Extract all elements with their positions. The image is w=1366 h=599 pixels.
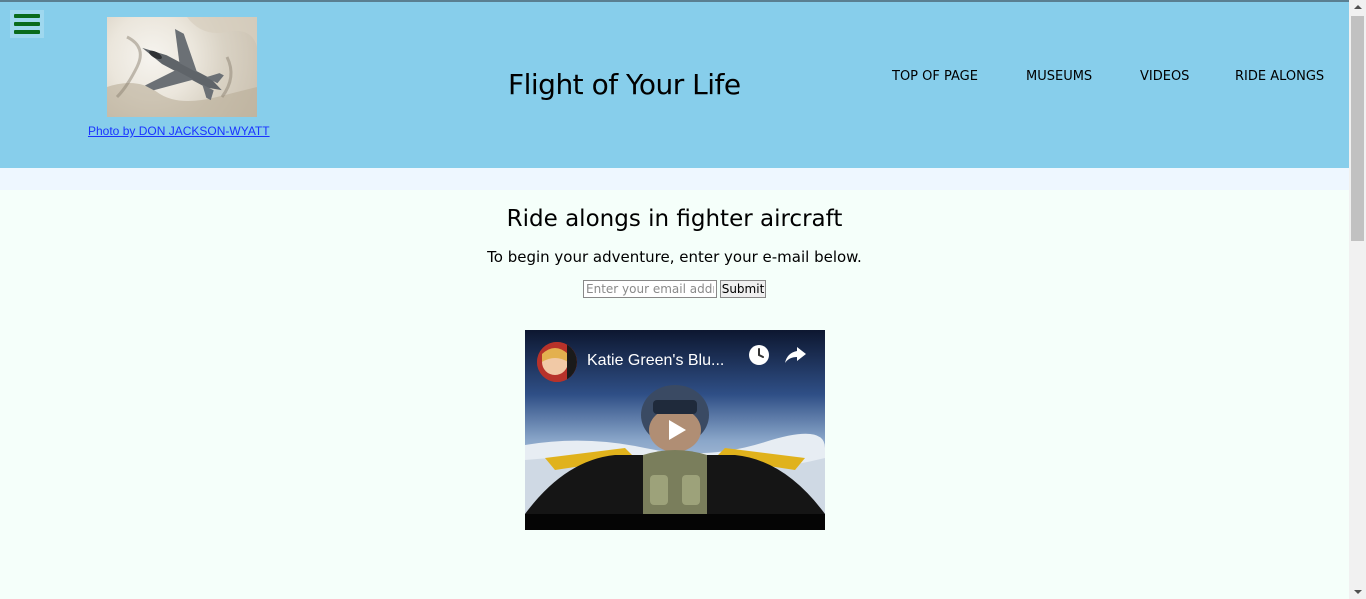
- nav-ride-alongs[interactable]: RIDE ALONGS: [1235, 69, 1324, 84]
- email-input[interactable]: [583, 280, 717, 298]
- video-title[interactable]: Katie Green's Blu...: [587, 352, 737, 370]
- play-icon[interactable]: [660, 415, 692, 445]
- nav-museums[interactable]: MUSEUMS: [1026, 69, 1092, 84]
- site-header: Photo by DON JACKSON-WYATT Flight of You…: [0, 0, 1349, 168]
- submit-button[interactable]: Submit: [720, 280, 766, 298]
- nav-videos[interactable]: VIDEOS: [1140, 69, 1189, 84]
- vertical-scrollbar[interactable]: [1349, 0, 1366, 599]
- video-bottom-bar: [525, 514, 825, 530]
- scroll-down-arrow-icon[interactable]: [1349, 585, 1366, 599]
- scroll-up-arrow-icon[interactable]: [1349, 0, 1366, 14]
- share-icon[interactable]: [782, 342, 808, 368]
- channel-avatar[interactable]: [537, 342, 577, 382]
- header-photo: [107, 17, 257, 117]
- page: Photo by DON JACKSON-WYATT Flight of You…: [0, 0, 1366, 599]
- section-subheading: To begin your adventure, enter your e-ma…: [487, 248, 862, 266]
- watch-later-icon[interactable]: [746, 342, 772, 368]
- section-heading: Ride alongs in fighter aircraft: [506, 206, 843, 232]
- nav-top-of-page[interactable]: TOP OF PAGE: [892, 69, 978, 84]
- scroll-thumb[interactable]: [1351, 16, 1364, 241]
- hamburger-menu-icon[interactable]: [10, 10, 44, 38]
- video-embed[interactable]: Katie Green's Blu...: [525, 330, 825, 530]
- header-divider-band: [0, 168, 1349, 190]
- main-nav: TOP OF PAGE MUSEUMS VIDEOS RIDE ALONGS: [0, 69, 1349, 89]
- photo-credit-link[interactable]: Photo by DON JACKSON-WYATT: [88, 124, 277, 138]
